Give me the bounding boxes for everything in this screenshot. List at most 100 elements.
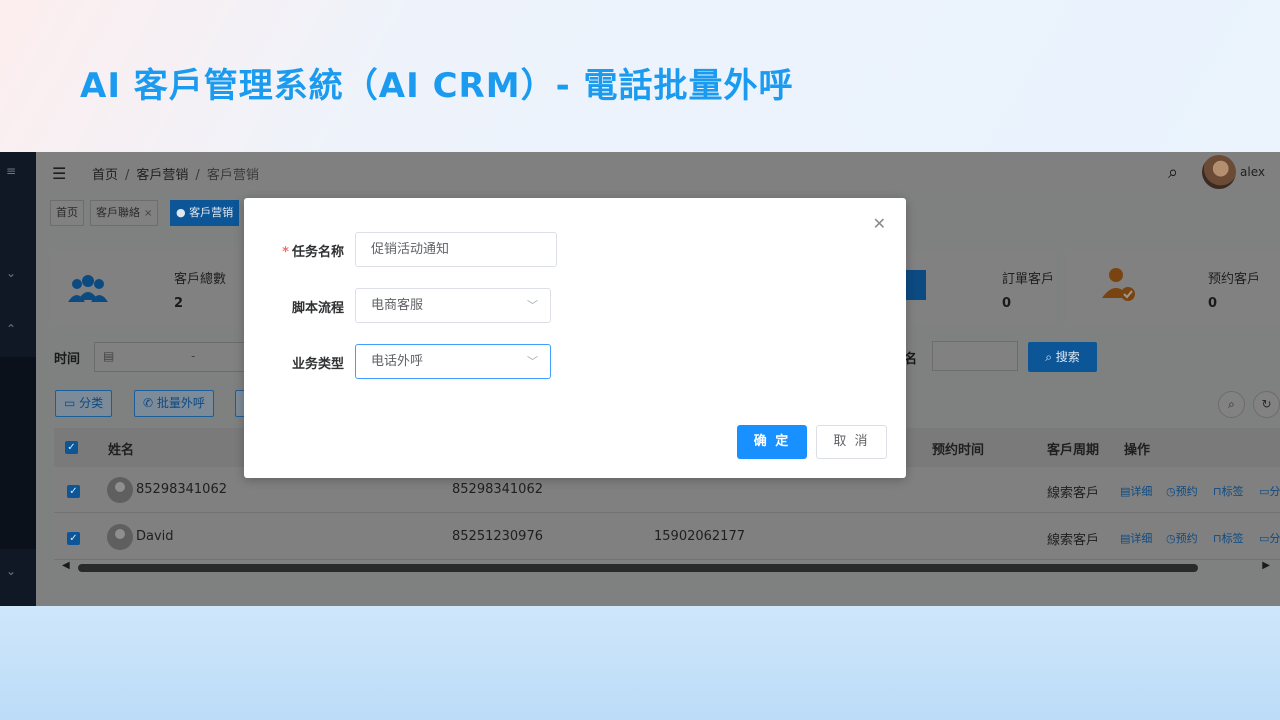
stat-card-total: 客戶總數 2 [50, 250, 250, 326]
folder-icon: ▭ [1259, 485, 1270, 498]
tab-customer-contact[interactable]: 客戶聯絡 × [90, 200, 159, 226]
biz-type-row: 业务类型 电话外呼 ﹀ [244, 344, 906, 380]
stat-value: 0 [1208, 296, 1218, 311]
table-search-button[interactable]: ⌕ [1218, 391, 1245, 418]
scroll-left-icon[interactable]: ◀ [62, 560, 70, 571]
script-select-value: 电商客服 [371, 298, 424, 313]
breadcrumb-marketing[interactable]: 客戶营销 [136, 168, 188, 183]
biz-type-select-value: 电话外呼 [371, 354, 424, 369]
script-row: 脚本流程 电商客服 ﹀ [244, 288, 906, 324]
user-avatar[interactable] [1202, 155, 1236, 189]
search-icon: ⌕ [1228, 397, 1235, 411]
batch-call-dialog: ✕ * 任务名称 促销活动通知 脚本流程 电商客服 ﹀ 业务类型 电话外呼 ﹀ 确… [244, 198, 906, 478]
scrollbar-thumb[interactable] [78, 564, 1198, 572]
task-name-input[interactable]: 促销活动通知 [355, 232, 557, 267]
sidebar-logo-icon: ≡ [6, 164, 17, 178]
detail-label: 详细 [1130, 532, 1153, 545]
search-button-label: 搜索 [1055, 350, 1080, 364]
detail-link[interactable]: ▤详细 [1120, 530, 1152, 546]
close-icon[interactable]: ✕ [873, 214, 886, 233]
category-link[interactable]: ▭分 [1259, 483, 1280, 499]
tab-close-icon[interactable]: × [144, 208, 152, 219]
doc-icon: ▤ [1120, 532, 1131, 545]
name-filter-input[interactable] [932, 341, 1018, 371]
batch-call-button[interactable]: ✆ 批量外呼 [134, 390, 214, 417]
task-name-row: * 任务名称 促销活动通知 [244, 232, 906, 268]
task-name-label: * 任务名称 [280, 241, 344, 260]
breadcrumb: 首页 / 客戶营销 / 客戶营销 [92, 168, 259, 183]
appoint-label: 预约 [1175, 485, 1198, 498]
confirm-button[interactable]: 确 定 [737, 425, 807, 459]
appoint-link[interactable]: ◷预约 [1166, 530, 1198, 546]
chevron-down-icon: ﹀ [527, 299, 538, 312]
column-appointment-time: 预约时间 [932, 443, 985, 458]
breadcrumb-current: 客戶营销 [206, 168, 259, 183]
avatar [107, 524, 133, 550]
username[interactable]: alex [1240, 165, 1265, 179]
customer-phone: 85251230976 [452, 529, 543, 544]
row-checkbox[interactable]: ✓ [67, 485, 80, 498]
clock-icon: ◷ [1166, 532, 1176, 545]
table-row: ✓ David 85251230976 15902062177 線索客戶 ▤详细… [54, 514, 1280, 560]
horizontal-scrollbar[interactable]: ◀ ▶ [62, 560, 1270, 573]
customer-mobile: 15902062177 [654, 529, 745, 544]
biz-type-label: 业务类型 [291, 357, 344, 372]
refresh-icon: ↻ [1261, 397, 1272, 411]
cancel-button[interactable]: 取 消 [816, 425, 887, 459]
detail-label: 详细 [1130, 485, 1153, 498]
active-dot-icon: ● [176, 206, 190, 219]
stat-label: 预约客戶 [1208, 272, 1261, 287]
appoint-link[interactable]: ◷预约 [1166, 483, 1198, 499]
column-name: 姓名 [108, 443, 135, 458]
sidebar: ≡ ⌄ ⌃ ⌄ [0, 152, 36, 606]
tag-link[interactable]: ⊓标签 [1213, 530, 1244, 546]
user-check-icon [1102, 266, 1138, 308]
search-icon[interactable]: ⌕ [1168, 162, 1178, 183]
menu-toggle-icon[interactable]: ☰ [52, 164, 66, 183]
stat-label: 客戶總數 [174, 272, 227, 287]
breadcrumb-home[interactable]: 首页 [92, 168, 118, 183]
refresh-button[interactable]: ↻ [1253, 391, 1280, 418]
script-select[interactable]: 电商客服 ﹀ [355, 288, 551, 323]
search-icon: ⌕ [1045, 350, 1056, 364]
chevron-down-icon: ﹀ [527, 355, 538, 368]
sidebar-chevron-icon[interactable]: ⌄ [6, 266, 16, 280]
batch-call-button-label: 批量外呼 [156, 396, 205, 410]
stat-value: 0 [1002, 296, 1012, 311]
bookmark-icon: ⊓ [1213, 485, 1222, 498]
top-bar: ☰ 首页 / 客戶营销 / 客戶营销 ⌕ alex [36, 152, 1280, 192]
time-filter-label: 时间 [54, 352, 81, 367]
scroll-right-icon[interactable]: ▶ [1262, 560, 1270, 571]
required-mark: * [282, 245, 289, 260]
customer-name[interactable]: 85298341062 [136, 482, 227, 497]
appoint-label: 预约 [1175, 532, 1198, 545]
script-label: 脚本流程 [291, 301, 344, 316]
tab-label: 客戶营销 [189, 206, 234, 219]
clock-icon: ◷ [1166, 485, 1176, 498]
biz-type-select[interactable]: 电话外呼 ﹀ [355, 344, 551, 379]
calendar-icon: ▤ [103, 349, 115, 363]
avatar [107, 477, 133, 503]
sidebar-chevron-up-icon[interactable]: ⌃ [6, 322, 16, 336]
date-separator: - [191, 349, 196, 363]
tab-label: 首页 [56, 206, 78, 219]
tag-label: 标签 [1221, 485, 1244, 498]
tab-label: 客戶聯絡 [96, 206, 140, 219]
tab-customer-marketing[interactable]: ● 客戶营销 [170, 200, 240, 226]
customer-name[interactable]: David [136, 529, 174, 544]
sidebar-chevron-icon[interactable]: ⌄ [6, 564, 16, 578]
phone-icon: ✆ [143, 396, 157, 410]
detail-link[interactable]: ▤详细 [1120, 483, 1152, 499]
category-link[interactable]: ▭分 [1259, 530, 1280, 546]
tag-link[interactable]: ⊓标签 [1213, 483, 1244, 499]
category-button-label: 分类 [79, 396, 104, 410]
tag-label: 标签 [1221, 532, 1244, 545]
select-all-checkbox[interactable]: ✓ [65, 441, 78, 454]
sidebar-active-group [0, 357, 36, 549]
doc-icon: ▤ [1120, 485, 1131, 498]
task-name-label-text: 任务名称 [291, 245, 344, 260]
row-checkbox[interactable]: ✓ [67, 532, 80, 545]
category-button[interactable]: ▭ 分类 [55, 390, 113, 417]
tab-home[interactable]: 首页 [50, 200, 84, 226]
search-button[interactable]: ⌕ 搜索 [1028, 342, 1097, 372]
